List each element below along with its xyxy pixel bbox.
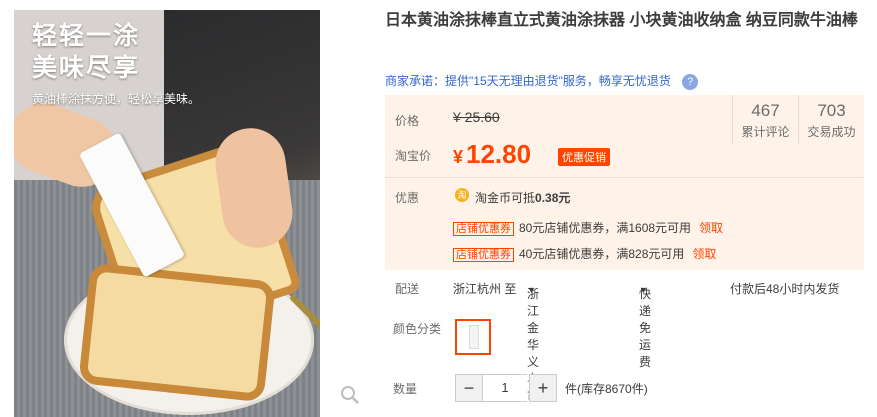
coupon-row: 店铺优惠券 40元店铺优惠券，满828元可用 领取 (453, 245, 716, 262)
shipping-label: 配送 (395, 282, 420, 296)
stat-reviews-value: 467 (751, 101, 780, 120)
current-price: ¥12.80 (453, 139, 531, 170)
shipping-origin: 浙江杭州 至 (453, 282, 517, 296)
claim-coupon-link[interactable]: 领取 (692, 247, 716, 261)
decrease-quantity-button[interactable]: − (455, 374, 483, 402)
original-price: ¥ 25.60 (453, 109, 500, 125)
stat-reviews-label: 累计评论 (741, 125, 790, 139)
coin-discount-amount: 0.38元 (535, 191, 571, 205)
panel-divider (385, 177, 864, 178)
promise-label: 商家承诺： (385, 74, 446, 88)
shipping-method-value: 快递 免运费 (639, 287, 652, 369)
image-subline: 黄油棒涂抹方便，轻松享美味。 (32, 92, 201, 106)
help-icon[interactable]: ? (682, 73, 699, 90)
stat-transactions-value: 703 (817, 101, 846, 120)
currency-symbol: ¥ (453, 147, 464, 167)
image-headline: 轻轻一涂 美味尽享 (32, 22, 141, 82)
coin-discount-label: 淘金币可抵 (475, 191, 536, 205)
taojinbi-coin-icon: 淘 (455, 188, 469, 202)
discount-label: 优惠 (395, 191, 420, 205)
image-bread-slice-front (78, 262, 276, 403)
chevron-down-icon: ▼ (639, 285, 648, 295)
swatch-thumbnail (469, 325, 479, 349)
stat-transactions-label: 交易成功 (807, 125, 856, 139)
color-swatch-selected[interactable] (455, 319, 491, 355)
stat-reviews[interactable]: 467 累计评论 (732, 95, 798, 145)
promo-badge[interactable]: 优惠促销 (558, 148, 610, 166)
stat-transactions: 703 交易成功 (798, 95, 864, 145)
coupon-text: 40元店铺优惠券，满828元可用 (519, 247, 685, 261)
product-title: 日本黄油涂抹棒直立式黄油涂抹器 小块黄油收纳盒 纳豆同款牛油棒 (385, 12, 858, 29)
coupon-text: 80元店铺优惠券，满1608元可用 (519, 221, 692, 235)
shipping-row: 配送 浙江杭州 至 浙江金华义乌市 ▼ 快递 免运费 ▼ 付款后48小时内发货 (385, 275, 864, 403)
product-main-image[interactable]: 轻轻一涂 美味尽享 黄油棒涂抹方便，轻松享美味。 (14, 10, 320, 417)
dispatch-note: 付款后48小时内发货 (730, 282, 840, 296)
merchant-promise: 商家承诺：提供"15天无理由退货"服务，畅享无忧退货 ? (385, 72, 699, 90)
chevron-down-icon: ▼ (527, 285, 536, 295)
taobao-price-label: 淘宝价 (395, 149, 432, 163)
coupon-tag: 店铺优惠券 (453, 222, 514, 236)
quantity-input[interactable]: 1 (483, 374, 527, 402)
sales-stats: 467 累计评论 703 交易成功 (732, 95, 864, 145)
color-label: 颜色分类 (393, 322, 442, 336)
promise-text[interactable]: 提供"15天无理由退货"服务，畅享无忧退货 (445, 74, 671, 88)
coupon-row: 店铺优惠券 80元店铺优惠券，满1608元可用 领取 (453, 219, 723, 236)
coin-discount-text: 淘金币可抵0.38元 (475, 189, 570, 206)
coupon-tag: 店铺优惠券 (453, 248, 514, 262)
increase-quantity-button[interactable]: + (529, 374, 557, 402)
price-label: 价格 (395, 114, 420, 128)
current-price-value: 12.80 (466, 139, 532, 169)
stock-text: 件(库存8670件) (565, 382, 648, 396)
zoom-icon[interactable] (340, 385, 362, 407)
price-panel: 价格 ¥ 25.60 淘宝价 ¥12.80 优惠促销 467 累计评论 703 … (385, 95, 864, 270)
quantity-label: 数量 (393, 382, 418, 396)
claim-coupon-link[interactable]: 领取 (699, 221, 723, 235)
